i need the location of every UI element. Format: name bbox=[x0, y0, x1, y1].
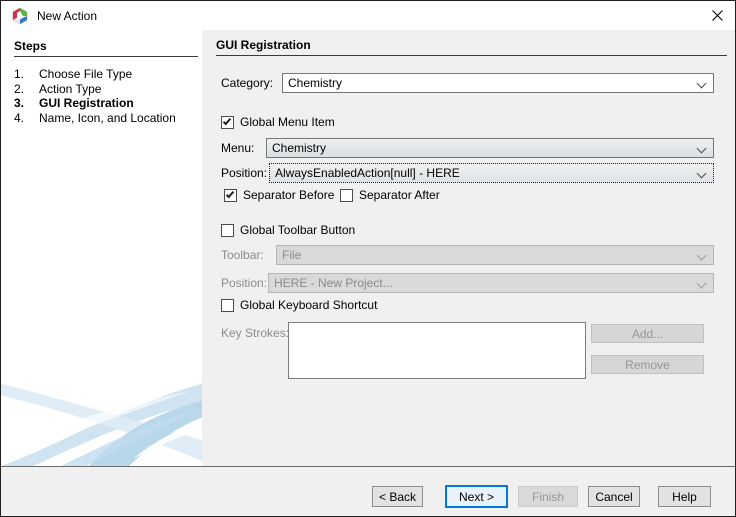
chevron-down-icon bbox=[697, 144, 707, 154]
gui-registration-panel: GUI Registration Category: Chemistry Glo… bbox=[202, 30, 735, 466]
separator-after-row: Separator After bbox=[340, 188, 440, 202]
title-bar: New Action bbox=[1, 1, 735, 30]
separator-before-label: Separator Before bbox=[243, 188, 334, 202]
close-button[interactable] bbox=[699, 1, 735, 30]
close-icon bbox=[712, 10, 723, 21]
menu-label: Menu: bbox=[221, 141, 254, 155]
toolbar-combobox: File bbox=[276, 245, 714, 265]
step-number: 3. bbox=[14, 96, 39, 111]
finish-button: Finish bbox=[518, 486, 578, 507]
category-value: Chemistry bbox=[288, 76, 342, 90]
menu-position-value: AlwaysEnabledAction[null] - HERE bbox=[275, 166, 460, 180]
step-label: Choose File Type bbox=[39, 67, 132, 82]
chevron-down-icon bbox=[697, 279, 707, 289]
wizard-watermark-graphic bbox=[1, 371, 202, 466]
separator-after-label: Separator After bbox=[359, 188, 440, 202]
step-item-action-type: 2. Action Type bbox=[14, 82, 199, 97]
step-item-choose-file-type: 1. Choose File Type bbox=[14, 67, 199, 82]
chevron-down-icon bbox=[697, 251, 707, 261]
global-menu-item-label: Global Menu Item bbox=[240, 115, 335, 129]
checkmark-icon bbox=[223, 116, 231, 125]
panel-title: GUI Registration bbox=[216, 38, 311, 52]
separator-before-checkbox[interactable] bbox=[224, 189, 237, 202]
global-keyboard-shortcut-label: Global Keyboard Shortcut bbox=[240, 298, 377, 312]
steps-panel: Steps 1. Choose File Type 2. Action Type… bbox=[1, 30, 202, 466]
back-button[interactable]: < Back bbox=[372, 486, 423, 507]
toolbar-value: File bbox=[282, 248, 301, 262]
menu-position-combobox[interactable]: AlwaysEnabledAction[null] - HERE bbox=[269, 163, 714, 183]
global-keyboard-shortcut-row: Global Keyboard Shortcut bbox=[221, 298, 377, 312]
cancel-button[interactable]: Cancel bbox=[588, 486, 640, 507]
global-keyboard-shortcut-checkbox[interactable] bbox=[221, 299, 234, 312]
next-button[interactable]: Next > bbox=[445, 485, 508, 508]
chevron-down-icon bbox=[697, 79, 707, 89]
step-label: Name, Icon, and Location bbox=[39, 111, 176, 126]
separator-after-checkbox[interactable] bbox=[340, 189, 353, 202]
global-menu-item-row: Global Menu Item bbox=[221, 115, 335, 129]
menu-position-label: Position: bbox=[221, 166, 267, 180]
toolbar-position-value: HERE - New Project... bbox=[274, 276, 393, 290]
step-item-name-icon-location: 4. Name, Icon, and Location bbox=[14, 111, 199, 126]
menu-combobox[interactable]: Chemistry bbox=[266, 138, 714, 158]
menu-value: Chemistry bbox=[272, 141, 326, 155]
step-label: Action Type bbox=[39, 82, 101, 97]
global-toolbar-button-row: Global Toolbar Button bbox=[221, 223, 355, 237]
category-label: Category: bbox=[221, 76, 273, 90]
key-strokes-label: Key Strokes: bbox=[221, 326, 289, 340]
new-action-wizard-dialog: New Action Steps 1. Choose File Type 2. … bbox=[0, 0, 736, 517]
add-button: Add... bbox=[591, 324, 704, 343]
global-toolbar-button-checkbox[interactable] bbox=[221, 224, 234, 237]
chevron-down-icon bbox=[697, 169, 707, 179]
toolbar-label: Toolbar: bbox=[221, 248, 264, 262]
category-combobox[interactable]: Chemistry bbox=[282, 73, 714, 93]
steps-list: 1. Choose File Type 2. Action Type 3. GU… bbox=[14, 67, 199, 126]
window-title: New Action bbox=[37, 9, 97, 23]
step-label: GUI Registration bbox=[39, 96, 134, 111]
steps-heading-underline bbox=[14, 56, 198, 57]
steps-heading: Steps bbox=[14, 39, 47, 53]
step-number: 2. bbox=[14, 82, 39, 97]
step-item-gui-registration: 3. GUI Registration bbox=[14, 96, 199, 111]
toolbar-position-label: Position: bbox=[221, 276, 267, 290]
global-toolbar-button-label: Global Toolbar Button bbox=[240, 223, 355, 237]
toolbar-position-combobox: HERE - New Project... bbox=[268, 273, 714, 293]
panel-title-underline bbox=[216, 55, 727, 56]
wizard-button-bar: < Back Next > Finish Cancel Help bbox=[1, 466, 735, 516]
remove-button: Remove bbox=[591, 355, 704, 374]
separator-before-row: Separator Before bbox=[224, 188, 334, 202]
step-number: 1. bbox=[14, 67, 39, 82]
step-number: 4. bbox=[14, 111, 39, 126]
help-button[interactable]: Help bbox=[658, 486, 711, 507]
global-menu-item-checkbox[interactable] bbox=[221, 116, 234, 129]
checkmark-icon bbox=[226, 189, 234, 198]
key-strokes-list[interactable] bbox=[288, 322, 586, 379]
netbeans-logo-icon bbox=[12, 8, 28, 24]
